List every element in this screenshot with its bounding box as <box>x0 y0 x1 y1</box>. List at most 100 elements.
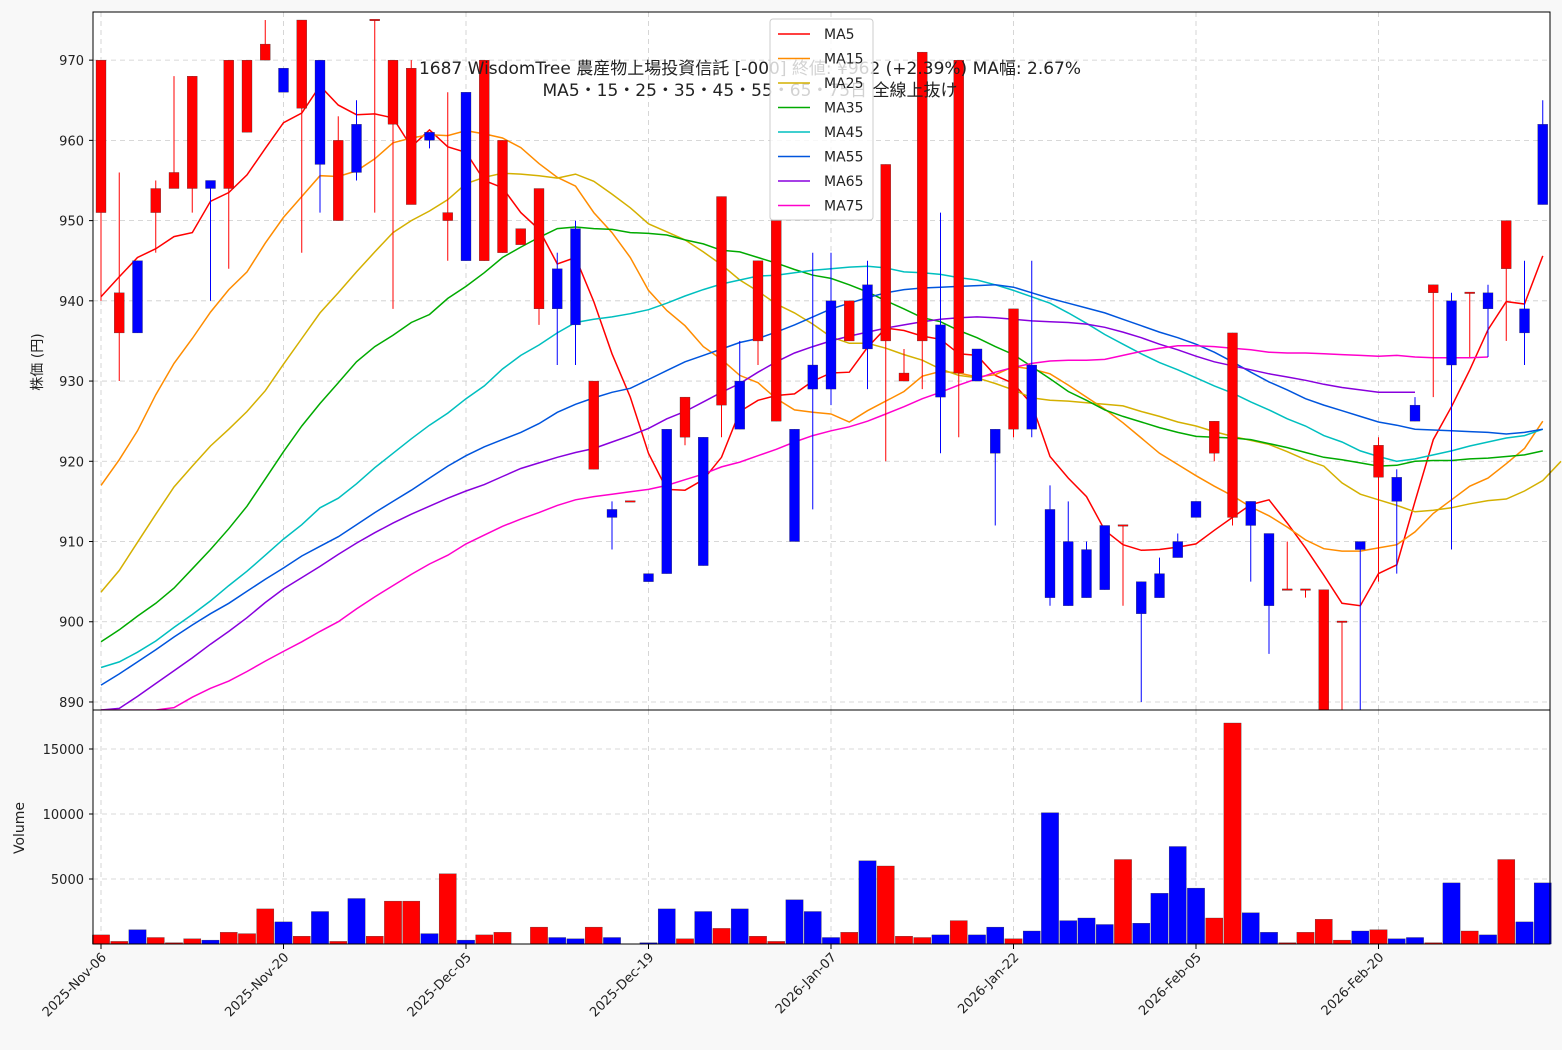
legend-label-ma55: MA55 <box>824 150 863 166</box>
candle-body <box>1063 541 1074 606</box>
volume-bar <box>1351 930 1370 945</box>
candle-body <box>1501 220 1512 269</box>
chart-title: 1687 WisdomTree 農産物上場投資信託 [-000] 終値: ¥96… <box>419 59 1081 79</box>
candle-body <box>406 68 417 205</box>
candle-body <box>132 260 143 334</box>
candle-body <box>606 509 618 518</box>
candle-body <box>898 372 910 382</box>
candle-body <box>1391 477 1402 502</box>
volume-bar <box>1004 938 1023 945</box>
volume-bar <box>365 936 384 945</box>
volume-bar <box>1132 923 1151 945</box>
candle-body <box>1026 364 1037 430</box>
volume-bar <box>347 898 366 945</box>
candle-body <box>314 59 326 165</box>
volume-bar <box>603 937 621 945</box>
volume-bar <box>1497 859 1516 945</box>
legend-label-ma35: MA35 <box>824 101 863 117</box>
candle-body <box>1355 541 1366 550</box>
price-y-tick-label: 920 <box>59 455 84 470</box>
volume-bar <box>822 937 840 945</box>
volume-bar <box>730 908 749 945</box>
volume-bar <box>949 920 968 945</box>
volume-y-tick-label: 10000 <box>43 808 84 823</box>
candle-body <box>771 220 782 422</box>
legend-label-ma45: MA45 <box>824 125 863 141</box>
candle-body <box>661 429 672 574</box>
legend-label-ma5: MA5 <box>824 27 855 43</box>
candle-body <box>971 348 983 382</box>
candle-body <box>1117 524 1129 527</box>
volume-bar <box>657 908 676 945</box>
legend: MA5 MA15 MA25 MA35 MA45 MA55 MA65 MA75 <box>769 18 874 221</box>
price-y-tick-label: 890 <box>59 696 84 711</box>
volume-bar <box>183 938 202 945</box>
volume-bar <box>1533 882 1552 945</box>
price-y-axis-label: 株価 (円) <box>30 333 46 390</box>
legend-label-ma75: MA75 <box>824 199 863 215</box>
candle-body <box>862 284 873 350</box>
candle-body <box>387 59 399 125</box>
candle-body <box>1373 445 1384 478</box>
volume-panel-background <box>93 710 1550 944</box>
candle-body <box>442 212 453 221</box>
volume-bar <box>1314 919 1333 945</box>
candle-body <box>241 59 253 133</box>
volume-bar <box>1095 924 1114 945</box>
candle-body <box>1428 284 1439 293</box>
volume-bar <box>1077 917 1096 945</box>
volume-bar <box>858 860 877 945</box>
candle-body <box>1008 308 1019 430</box>
volume-bar <box>92 934 110 945</box>
candle-body <box>716 196 727 406</box>
candle-body <box>515 228 526 245</box>
candle-body <box>1263 533 1275 606</box>
candle-body <box>351 124 362 173</box>
chart-subtitle: MA5・15・25・35・45・55・65・75日 全線上抜け <box>543 81 958 101</box>
candle-body <box>1282 588 1293 591</box>
volume-bar <box>913 937 932 945</box>
volume-bar <box>803 911 822 945</box>
volume-bar <box>1515 921 1534 945</box>
candle-body <box>625 500 636 503</box>
volume-bar <box>968 934 986 945</box>
candle-body <box>333 140 344 221</box>
volume-bar <box>1041 812 1059 945</box>
volume-bar <box>1387 938 1406 945</box>
volume-bar <box>1406 937 1424 945</box>
volume-bar <box>475 934 494 945</box>
volume-y-axis-label: Volume <box>12 802 28 854</box>
volume-bar <box>749 936 767 945</box>
volume-bar <box>530 926 548 945</box>
candle-body <box>1172 541 1183 558</box>
chart-canvas: 890 900 910 920 930 940 950 960 970 1687 WisdomT… <box>0 0 1562 1050</box>
volume-bar <box>457 939 475 945</box>
volume-bar <box>785 899 804 945</box>
volume-bar <box>256 908 275 945</box>
volume-bar <box>876 865 895 945</box>
volume-bar <box>384 900 402 945</box>
candle-body <box>1300 588 1311 591</box>
candle-body <box>1318 589 1329 711</box>
candle-body <box>1044 509 1056 598</box>
volume-bar <box>292 936 311 945</box>
candle-body <box>223 59 234 189</box>
volume-bar <box>1333 939 1351 945</box>
volume-bar <box>1369 929 1388 945</box>
volume-bar <box>201 939 220 945</box>
candle-body <box>460 92 472 261</box>
volume-bar <box>1150 893 1169 945</box>
price-y-tick-label: 950 <box>59 215 84 230</box>
volume-bar <box>238 933 256 945</box>
price-y-tick-label: 940 <box>59 295 84 310</box>
price-y-tick-label: 910 <box>59 536 84 551</box>
candle-body <box>187 76 198 189</box>
candle-body <box>935 324 946 398</box>
volume-bar <box>1479 934 1497 945</box>
volume-bar <box>146 937 165 945</box>
candle-body <box>588 380 599 470</box>
volume-bar <box>1260 932 1278 945</box>
candle-body <box>95 59 107 213</box>
volume-bar <box>128 929 147 945</box>
candle-body <box>296 19 307 109</box>
